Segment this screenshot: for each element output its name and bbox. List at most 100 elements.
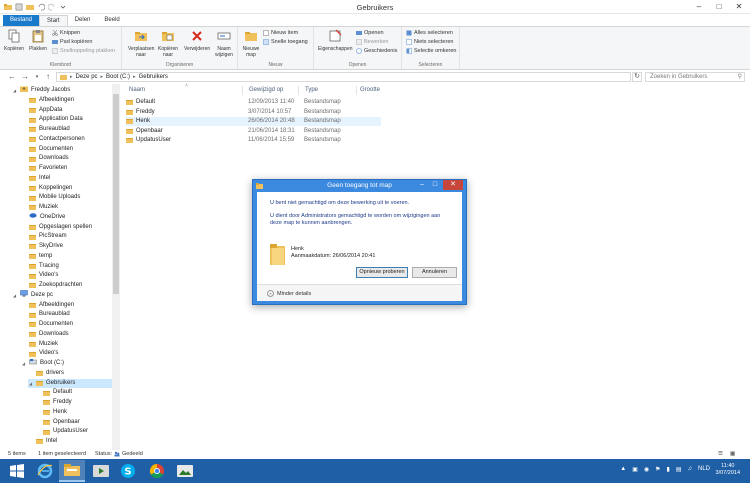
nav-item[interactable]: Downloads	[21, 330, 69, 340]
details-view-icon[interactable]: ☰	[718, 451, 723, 457]
edit-button[interactable]: Bewerken	[356, 39, 388, 45]
nav-item[interactable]: Video's	[21, 271, 58, 281]
dialog-minimize-button[interactable]: –	[417, 180, 427, 190]
invert-selection-button[interactable]: Selectie omkeren	[406, 48, 457, 54]
nav-item[interactable]: Bureaublad	[21, 310, 70, 320]
up-button[interactable]: ↑	[43, 72, 53, 82]
paste-button[interactable]: Plakken	[27, 29, 49, 52]
nav-item[interactable]: ◢ Deze pc	[12, 290, 53, 301]
tray-app-icon-2[interactable]: ◉	[644, 466, 649, 473]
select-none-button[interactable]: Niets selecteren	[406, 39, 453, 45]
nav-item[interactable]: Tracing	[21, 262, 59, 272]
nav-item[interactable]: Application Data	[21, 115, 83, 125]
column-type[interactable]: Type	[305, 87, 318, 93]
taskbar-file-explorer[interactable]	[59, 460, 85, 482]
minimize-button[interactable]: –	[692, 2, 706, 12]
new-item-button[interactable]: Nieuw item	[263, 30, 298, 36]
network-icon[interactable]: ▤	[676, 466, 682, 473]
expand-arrow-icon[interactable]: ◢	[12, 86, 17, 96]
tab-share[interactable]: Delen	[68, 15, 98, 26]
rename-button[interactable]: Naam wijzigen	[212, 29, 236, 58]
nav-item[interactable]: Contactpersonen	[21, 135, 85, 145]
nav-item[interactable]: Zoekopdrachten	[21, 281, 82, 291]
nav-item[interactable]: PicStream	[21, 232, 67, 242]
nav-item[interactable]: drivers	[28, 369, 64, 379]
properties-button[interactable]: Eigenschappen	[318, 29, 352, 52]
volume-icon[interactable]: ♫	[687, 466, 692, 473]
nav-item[interactable]: Muziek	[21, 203, 58, 213]
maximize-button[interactable]: □	[712, 2, 726, 12]
taskbar-skype[interactable]: S	[115, 460, 141, 482]
search-input[interactable]: Zoeken in Gebruikers ⚲	[645, 72, 745, 82]
taskbar-internet-explorer[interactable]	[32, 460, 58, 482]
forward-button[interactable]: →	[20, 72, 30, 82]
nav-item[interactable]: Openbaar	[35, 418, 80, 428]
retry-button[interactable]: Opnieuw proberen	[356, 267, 408, 278]
open-button[interactable]: Openen	[356, 30, 384, 36]
table-row[interactable]: Henk 26/06/2014 20:48 Bestandsmap	[126, 117, 381, 127]
expand-arrow-icon[interactable]: ◢	[28, 379, 33, 389]
delete-button[interactable]: Verwijderen	[184, 29, 210, 52]
nav-item[interactable]: Intel	[28, 437, 57, 447]
dialog-maximize-button[interactable]: □	[430, 180, 440, 190]
nav-item[interactable]: Intel	[21, 174, 50, 184]
flag-icon[interactable]: ⚑	[655, 466, 660, 473]
nav-item[interactable]: Default	[35, 388, 72, 398]
breadcrumb-users[interactable]: Gebruikers	[139, 74, 168, 80]
battery-icon[interactable]: ▮	[667, 466, 670, 473]
nav-item[interactable]: Downloads	[21, 154, 69, 164]
close-button[interactable]: ✕	[732, 2, 746, 12]
nav-item[interactable]: Afbeeldingen	[21, 96, 74, 106]
recent-locations-button[interactable]: ▾	[32, 72, 42, 82]
column-date[interactable]: Gewijzigd op	[249, 87, 283, 93]
move-to-button[interactable]: Verplaatsen naar	[128, 29, 154, 58]
cancel-button[interactable]: Annuleren	[412, 267, 457, 278]
nav-item[interactable]: UpdatusUser	[35, 427, 88, 437]
navigation-scrollbar[interactable]	[112, 84, 120, 450]
new-folder-button[interactable]: Nieuwe map	[240, 29, 262, 58]
nav-item[interactable]: Video's	[21, 349, 58, 359]
nav-item[interactable]: Muziek	[21, 340, 58, 350]
scrollbar-thumb[interactable]	[113, 94, 119, 294]
column-name[interactable]: Naam	[129, 87, 145, 93]
tab-start[interactable]: Start	[39, 15, 68, 26]
tray-app-icon[interactable]: ▣	[632, 466, 638, 473]
table-row[interactable]: Openbaar 21/06/2014 18:31 Bestandsmap	[126, 127, 381, 136]
table-row[interactable]: Default 12/09/2013 11:40 Bestandsmap	[126, 98, 381, 107]
nav-item[interactable]: temp	[21, 252, 52, 262]
nav-item[interactable]: Afbeeldingen	[21, 301, 74, 311]
expand-arrow-icon[interactable]: ◢	[21, 359, 26, 369]
nav-item[interactable]: Mobile Uploads	[21, 193, 80, 203]
nav-item[interactable]: Opgeslagen spellen	[21, 223, 92, 233]
nav-item[interactable]: Freddy	[35, 398, 72, 408]
column-size[interactable]: Grootte	[360, 87, 380, 93]
taskbar-photos[interactable]	[172, 460, 198, 482]
address-bar[interactable]: ▸ Deze pc ▸ Boot (C:) ▸ Gebruikers	[56, 72, 631, 82]
dialog-close-button[interactable]: ✕	[443, 180, 463, 190]
clock[interactable]: 11:40 3/07/2014	[716, 463, 740, 477]
table-row[interactable]: UpdatusUser 11/06/2014 15:59 Bestandsmap	[126, 136, 381, 145]
refresh-button[interactable]: ↻	[632, 72, 642, 82]
expand-arrow-icon[interactable]: ◢	[12, 291, 17, 301]
nav-item[interactable]: ◢ Boot (C:)	[21, 358, 64, 369]
taskbar-media-player[interactable]	[88, 460, 114, 482]
start-button[interactable]	[4, 460, 30, 482]
nav-item[interactable]: AppData	[21, 106, 62, 116]
less-details-button[interactable]: ˄ Minder details	[267, 290, 311, 297]
nav-item[interactable]: ◢ Gebruikers	[28, 378, 112, 389]
breadcrumb-boot-drive[interactable]: Boot (C:)	[106, 74, 130, 80]
nav-item[interactable]: Henk	[35, 408, 67, 418]
nav-item[interactable]: Bureaublad	[21, 125, 70, 135]
tiles-view-icon[interactable]: ▦	[730, 451, 735, 457]
nav-item[interactable]: SkyDrive	[21, 242, 63, 252]
tray-chevron-icon[interactable]: ▲	[620, 466, 626, 473]
breadcrumb-this-pc[interactable]: Deze pc	[76, 74, 98, 80]
nav-item[interactable]: Favorieten	[21, 164, 67, 174]
nav-item[interactable]: Documenten	[21, 320, 73, 330]
nav-item[interactable]: Documenten	[21, 145, 73, 155]
language-indicator[interactable]: NLD	[698, 466, 710, 473]
nav-item[interactable]: OneDrive	[21, 213, 65, 223]
history-button[interactable]: Geschiedenis	[356, 48, 397, 54]
paste-shortcut-button[interactable]: Snelkoppeling plakken	[52, 48, 115, 54]
nav-item[interactable]: ◢ Freddy Jacobs	[12, 86, 70, 96]
